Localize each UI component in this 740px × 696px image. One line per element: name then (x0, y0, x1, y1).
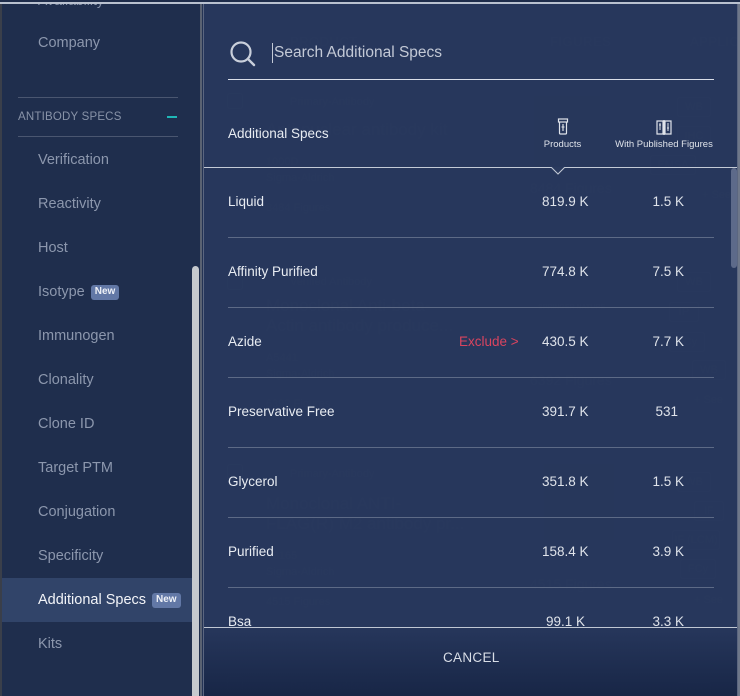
spec-name: Purified (228, 544, 274, 559)
list-header-title: Additional Specs (228, 126, 329, 141)
list-scrollbar-thumb[interactable] (731, 168, 737, 268)
spec-figures-count: 3.3 K (652, 614, 684, 627)
sidebar-item-clone-id[interactable]: Clone ID (2, 402, 192, 446)
section-title: ANTIBODY SPECS (18, 111, 122, 123)
sidebar-item-conjugation[interactable]: Conjugation (2, 490, 192, 534)
sidebar-item-label: Clone ID (38, 416, 95, 432)
spec-row-purified[interactable]: Purified 158.4 K 3.9 K (228, 518, 714, 588)
spec-figures-count: 1.5 K (652, 194, 684, 209)
spec-name: Liquid (228, 194, 265, 209)
spec-figures-count: 7.7 K (652, 334, 684, 349)
spec-name: Glycerol (228, 474, 278, 489)
sidebar-item-label: Specificity (38, 548, 104, 564)
spec-name: Preservative Free (228, 404, 335, 419)
section-header-antibody-specs[interactable]: ANTIBODY SPECS (18, 97, 178, 137)
spec-row-liquid[interactable]: Liquid 819.9 K 1.5 K (228, 168, 714, 238)
footer-divider (204, 627, 737, 628)
new-badge: New (152, 592, 181, 608)
sidebar-item-label: Verification (38, 152, 109, 168)
vial-icon (557, 118, 568, 135)
spec-products-count: 158.4 K (542, 544, 589, 559)
sidebar-item-label: Additional Specs (38, 592, 147, 608)
exclude-link[interactable]: Exclude > (459, 334, 519, 349)
sidebar-item-label: Isotype (38, 284, 85, 300)
sidebar-item-reactivity[interactable]: Reactivity (2, 182, 192, 226)
sidebar-item-isotype[interactable]: Isotype New (2, 270, 192, 314)
sidebar-item-label: Clonality (38, 372, 94, 388)
spec-row-azide[interactable]: Azide Exclude > 430.5 K 7.7 K (228, 308, 714, 378)
spec-figures-count: 531 (655, 404, 678, 419)
sidebar-item-label: Target PTM (38, 460, 113, 476)
new-badge: New (90, 284, 120, 300)
spec-figures-count: 7.5 K (652, 264, 684, 279)
sidebar-scrollbar-thumb[interactable] (192, 266, 199, 696)
sidebar-item-label: Reactivity (38, 196, 101, 212)
sidebar-item-clonality[interactable]: Clonality (2, 358, 192, 402)
spec-row-preservative-free[interactable]: Preservative Free 391.7 K 531 (228, 378, 714, 448)
sidebar-item-company[interactable]: Company (2, 21, 192, 65)
column-label: With Published Figures (615, 139, 713, 150)
spec-row-affinity-purified[interactable]: Affinity Purified 774.8 K 7.5 K (228, 238, 714, 308)
spec-products-count: 391.7 K (542, 404, 589, 419)
spec-figures-count: 1.5 K (652, 474, 684, 489)
cancel-button[interactable]: CANCEL (443, 650, 500, 665)
spec-products-count: 774.8 K (542, 264, 589, 279)
column-header-products[interactable]: Products (535, 118, 590, 150)
spec-products-count: 819.9 K (542, 194, 589, 209)
filter-sidebar: Availability Company ANTIBODY SPECS Veri… (2, 4, 201, 696)
window-top-border (0, 2, 740, 4)
spec-products-count: 99.1 K (546, 614, 586, 627)
sidebar-item-additional-specs[interactable]: Additional Specs New (2, 578, 192, 622)
spec-name: Affinity Purified (228, 264, 318, 279)
spec-row-glycerol[interactable]: Glycerol 351.8 K 1.5 K (228, 448, 714, 518)
column-header-with-published-figures[interactable]: With Published Figures (612, 118, 716, 150)
minus-icon[interactable] (167, 116, 177, 118)
spec-name: Bsa (228, 614, 252, 627)
sidebar-item-immunogen[interactable]: Immunogen (2, 314, 192, 358)
search-input[interactable] (272, 42, 714, 63)
additional-specs-modal: Additional Specs Products With Published… (203, 4, 738, 696)
sidebar-item-label: Host (38, 240, 68, 256)
spec-figures-count: 3.9 K (652, 544, 684, 559)
specs-list[interactable]: Liquid 819.9 K 1.5 K Affinity Purified 7… (204, 168, 737, 627)
figure-book-icon (656, 120, 672, 135)
search-bar (228, 30, 714, 80)
sidebar-item-verification[interactable]: Verification (2, 138, 192, 182)
column-label: Products (543, 139, 582, 150)
search-icon (230, 40, 256, 66)
sidebar-item-label: Company (38, 35, 101, 51)
spec-products-count: 430.5 K (542, 334, 589, 349)
sidebar-item-specificity[interactable]: Specificity (2, 534, 192, 578)
sidebar-item-label: Conjugation (38, 504, 116, 520)
sidebar-item-target-ptm[interactable]: Target PTM (2, 446, 192, 490)
sidebar-item-label: Kits (38, 636, 63, 652)
sidebar-item-label: Immunogen (38, 328, 115, 344)
sidebar-item-host[interactable]: Host (2, 226, 192, 270)
sidebar-item-availability[interactable]: Availability (38, 4, 104, 8)
spec-row-bsa[interactable]: Bsa 99.1 K 3.3 K (228, 588, 714, 627)
spec-name: Azide (228, 334, 262, 349)
sidebar-item-kits[interactable]: Kits (2, 622, 192, 666)
spec-products-count: 351.8 K (542, 474, 589, 489)
